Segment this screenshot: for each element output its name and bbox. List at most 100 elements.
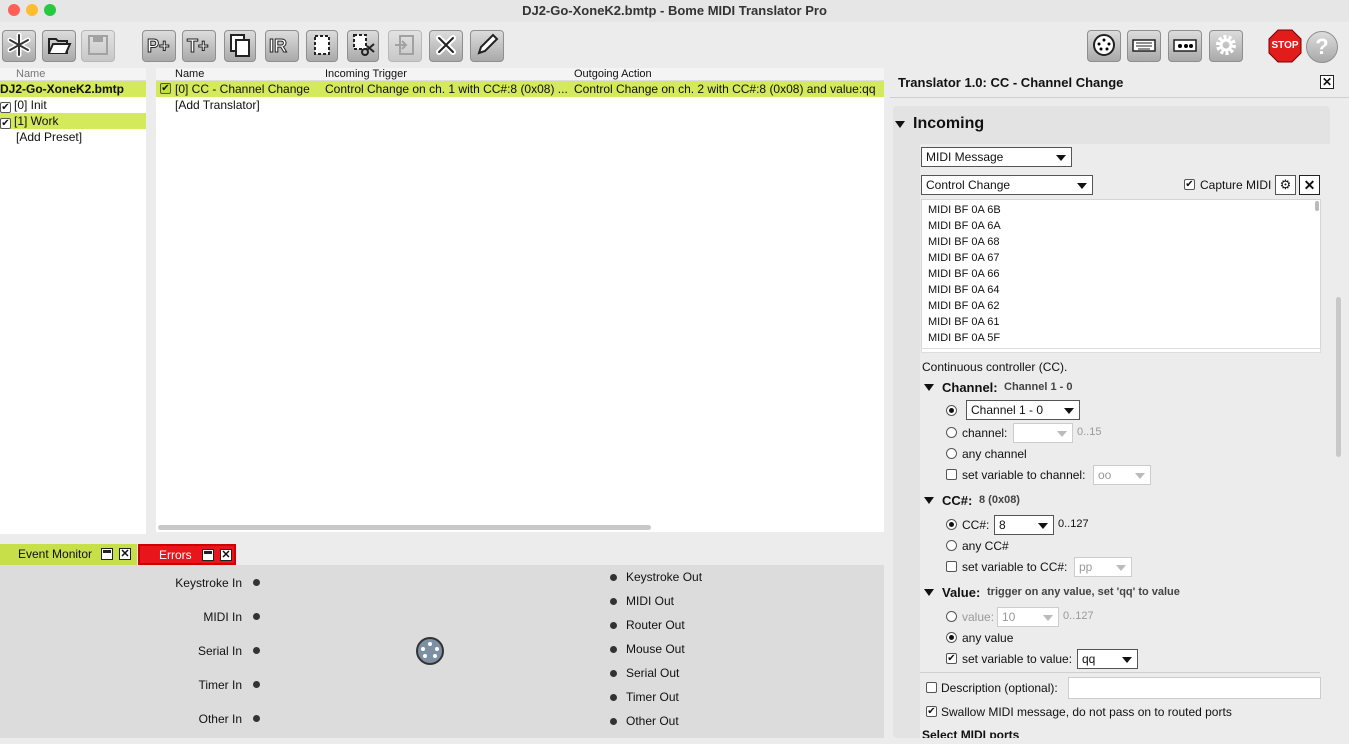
capture-list-item[interactable]: MIDI BF 0A 6A [928,218,1320,234]
help-button[interactable]: ? [1306,31,1338,63]
horizontal-scrollbar[interactable] [158,525,651,530]
trigger-type-select[interactable]: MIDI Message [921,147,1072,167]
float-icon[interactable] [202,549,214,561]
trigger-type-value: MIDI Message [926,150,1004,164]
incoming-header: Incoming [913,115,985,132]
tab-errors[interactable]: Errors ✕ [138,544,236,565]
channel-value-radio[interactable] [946,427,957,438]
swallow-midi-checkbox[interactable]: ✔ [926,706,937,717]
add-translator-button[interactable]: T+ [182,30,216,62]
value-radio[interactable] [946,611,957,622]
channel-value-select[interactable] [1013,423,1073,443]
settings-button[interactable] [1209,30,1243,62]
capture-list-item[interactable]: MIDI BF 0A 64 [928,282,1320,298]
save-button[interactable] [81,30,115,62]
add-translator-row[interactable]: [Add Translator] [156,97,884,113]
preset-row[interactable]: ✔ [0] Init [0,97,146,113]
close-icon[interactable]: ✕ [220,549,232,561]
indicator-light [610,598,617,605]
capture-settings-icon[interactable]: ⚙ [1275,175,1296,195]
duplicate-button[interactable] [224,30,256,62]
presets-header: Name [0,68,146,81]
close-window-button[interactable] [8,4,20,16]
channel-select-radio[interactable] [946,405,957,416]
any-cc-radio[interactable] [946,540,957,551]
column-name[interactable]: Name [175,68,204,80]
cc-variable-select[interactable]: pp [1074,557,1132,577]
value-select[interactable]: 10 [997,607,1059,627]
set-variable-channel-checkbox[interactable] [946,469,957,480]
translator-row[interactable]: ✔ [0] CC - Channel Change Control Change… [156,81,884,97]
stop-button[interactable]: STOP [1268,29,1302,63]
capture-list-scrollbar[interactable] [1315,201,1319,211]
capture-list-item[interactable]: MIDI BF 0A 5F [928,330,1320,346]
add-preset-row[interactable]: [Add Preset] [0,129,146,145]
column-incoming[interactable]: Incoming Trigger [325,68,407,80]
incoming-rules-button[interactable]: IR [265,30,299,62]
collapse-incoming-icon[interactable] [895,121,905,128]
router-button[interactable] [1168,30,1202,62]
channel-select[interactable]: Channel 1 - 0 [966,400,1080,420]
float-icon[interactable] [101,548,113,560]
project-name: DJ2-Go-XoneK2.bmtp [0,82,125,96]
collapse-value-icon[interactable] [924,589,934,596]
cut-button[interactable] [347,30,379,62]
cc-range: 0..127 [1058,518,1089,530]
cc-value-select[interactable]: 8 [994,515,1054,535]
description-input[interactable] [1068,677,1321,699]
tab-event-monitor-label: Event Monitor [18,547,93,561]
monitor-input-label: Keystroke In [175,576,242,590]
close-panel-icon[interactable]: ✕ [1320,75,1334,89]
capture-list-item[interactable]: MIDI BF 0A 67 [928,250,1320,266]
collapse-channel-icon[interactable] [924,384,934,391]
tab-event-monitor[interactable]: Event Monitor ✕ [0,544,137,565]
set-variable-value-checkbox[interactable]: ✔ [946,653,957,664]
set-variable-cc-checkbox[interactable] [946,561,957,572]
zoom-window-button[interactable] [44,4,56,16]
edit-button[interactable] [470,30,504,62]
message-description: Continuous controller (CC). [922,360,1068,374]
column-outgoing[interactable]: Outgoing Action [574,68,652,80]
midi-ports-button[interactable] [1087,30,1121,62]
capture-midi-checkbox[interactable]: ✔ [1184,179,1195,190]
keyboard-button[interactable] [1127,30,1161,62]
capture-list-item[interactable]: MIDI BF 0A 68 [928,234,1320,250]
project-row[interactable]: DJ2-Go-XoneK2.bmtp [0,81,146,97]
any-value-radio[interactable] [946,632,957,643]
any-channel-radio[interactable] [946,448,957,459]
collapse-cc-icon[interactable] [924,497,934,504]
add-preset-button[interactable]: P+ [142,30,176,62]
monitor-output-label: Keystroke Out [626,570,703,584]
channel-select-value: Channel 1 - 0 [971,403,1044,417]
description-checkbox[interactable] [926,682,937,693]
translators-header: Name Incoming Trigger Outgoing Action [156,68,884,81]
capture-list-item[interactable]: MIDI BF 0A 62 [928,298,1320,314]
translator-enabled-checkbox[interactable]: ✔ [160,83,171,94]
new-button[interactable] [2,30,36,62]
splitter[interactable] [146,68,156,534]
paste-icon [392,32,418,61]
open-button[interactable] [42,30,76,62]
preset-enabled-checkbox[interactable]: ✔ [0,118,11,129]
capture-list-item[interactable]: MIDI BF 0A 6B [928,202,1320,218]
clear-capture-icon[interactable]: ✕ [1299,175,1320,195]
capture-list[interactable]: MIDI BF 0A 6B MIDI BF 0A 6A MIDI BF 0A 68 M… [921,199,1321,349]
paste-button[interactable] [388,30,422,62]
value-variable-select[interactable]: qq [1077,649,1138,669]
cc-summary: 8 (0x08) [979,494,1020,506]
copy-button[interactable] [306,30,338,62]
capture-list-item[interactable]: MIDI BF 0A 66 [928,266,1320,282]
preset-row[interactable]: ✔ [1] Work [0,113,146,129]
capture-list-item[interactable]: MIDI BF 0A 61 [928,314,1320,330]
set-variable-value-label: set variable to value: [962,652,1073,666]
close-icon[interactable]: ✕ [119,548,131,560]
message-type-select[interactable]: Control Change [921,175,1093,195]
cc-value-radio[interactable] [946,519,957,530]
channel-variable-select[interactable]: oo [1093,465,1151,485]
toolbar: P+ T+ IR STOP ? [0,22,1349,68]
delete-button[interactable] [429,30,463,62]
minimize-window-button[interactable] [26,4,38,16]
preset-enabled-checkbox[interactable]: ✔ [0,102,11,113]
window-title: DJ2-Go-XoneK2.bmtp - Bome MIDI Translato… [522,3,827,18]
panel-scrollbar[interactable] [1336,297,1341,457]
